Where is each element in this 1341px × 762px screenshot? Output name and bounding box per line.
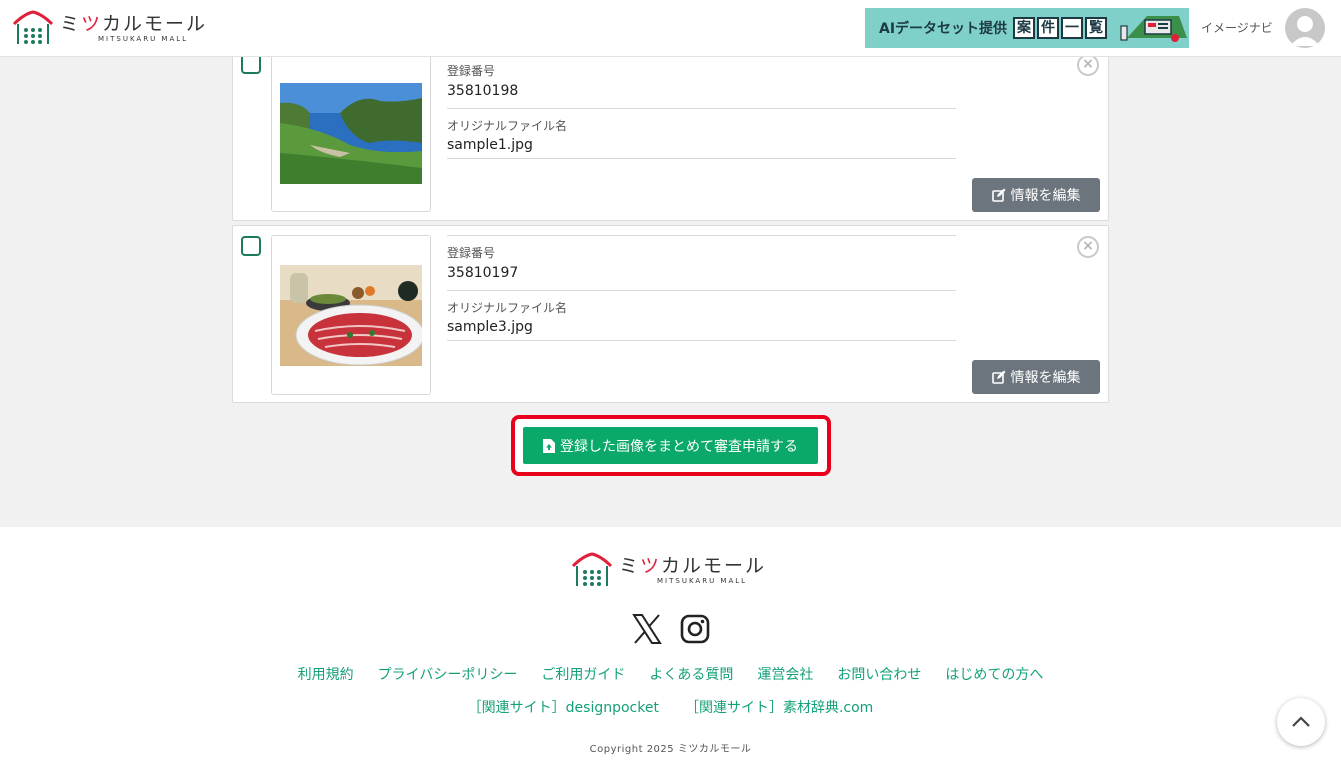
banner-kanji-boxes: 案 件 一 覧 [1013,17,1109,39]
field-divider [447,158,956,159]
footer-link-contact[interactable]: お問い合わせ [837,664,921,684]
ai-dataset-banner[interactable]: AIデータセット提供 案 件 一 覧 [865,8,1189,48]
submit-highlight-frame: 登録した画像をまとめて審査申請する [511,415,831,476]
x-icon[interactable] [632,614,662,644]
original-filename-value: sample1.jpg [447,137,533,153]
registration-number-label: 登録番号 [447,246,496,260]
banner-illustration [1117,8,1189,48]
footer-nav: 利用規約 プライバシーポリシー ご利用ガイド よくある質問 運営会社 お問い合わ… [0,664,1341,684]
footer-link-faq[interactable]: よくある質問 [649,664,733,684]
registration-number-label: 登録番号 [447,64,496,78]
logo-mark-icon [12,10,54,46]
logo-mark-icon [571,552,613,588]
instagram-icon[interactable] [680,614,710,644]
footer-link-terms[interactable]: 利用規約 [298,664,354,684]
logo-subtitle: MITSUKARU MALL [657,576,748,585]
chevron-up-icon [1292,716,1310,727]
registration-number-value: 35810198 [447,83,519,99]
coastline-photo [280,83,422,184]
item-select-checkbox[interactable] [241,54,261,74]
avatar[interactable] [1285,8,1325,48]
submit-all-for-review-button[interactable]: 登録した画像をまとめて審査申請する [523,427,818,464]
user-avatar-icon [1290,16,1320,46]
field-divider [447,340,956,341]
footer-link-company[interactable]: 運営会社 [757,664,813,684]
edit-icon [991,370,1005,384]
image-item-card: 登録番号 35810198 オリジナルファイル名 sample1.jpg × 情… [232,38,1109,221]
user-name[interactable]: イメージナビ [1201,19,1273,36]
footer-link-guide[interactable]: ご利用ガイド [541,664,625,684]
item-select-checkbox[interactable] [241,236,261,256]
item-thumbnail[interactable] [271,235,431,395]
banner-text: AIデータセット提供 [879,21,1008,37]
field-divider [447,108,956,109]
related-link-designpocket[interactable]: ［関連サイト］designpocket [468,697,659,717]
site-logo[interactable]: ミツカルモール MITSUKARU MALL [12,10,212,46]
original-filename-label: オリジナルファイル名 [447,301,568,315]
close-icon: × [1082,238,1094,254]
footer-link-beginners[interactable]: はじめての方へ [945,664,1043,684]
registration-number-value: 35810197 [447,265,519,281]
original-filename-value: sample3.jpg [447,319,533,335]
remove-item-button[interactable]: × [1077,236,1099,258]
edit-info-button[interactable]: 情報を編集 [972,178,1100,212]
site-footer: ミツカルモール MITSUKARU MALL 利用規約 プライバシーポリシー ご… [0,527,1341,762]
site-header: ミツカルモール MITSUKARU MALL AIデータセット提供 案 件 一 … [0,0,1341,57]
file-upload-icon [543,438,555,453]
back-to-top-button[interactable] [1277,698,1325,746]
logo-title: ミツカルモール [619,554,767,577]
logo-title: ミツカルモール [60,12,208,35]
footer-link-privacy[interactable]: プライバシーポリシー [378,664,518,684]
item-thumbnail[interactable] [271,52,431,212]
related-link-sozaijiten[interactable]: ［関連サイト］素材辞典.com [685,697,873,717]
remove-item-button[interactable]: × [1077,54,1099,76]
edit-info-button[interactable]: 情報を編集 [972,360,1100,394]
copyright: Copyright 2025 ミツカルモール [589,744,752,755]
related-sites: ［関連サイト］designpocket ［関連サイト］素材辞典.com [0,697,1341,717]
footer-logo[interactable]: ミツカルモール MITSUKARU MALL [571,552,771,588]
food-photo [280,265,422,366]
logo-subtitle: MITSUKARU MALL [98,34,189,43]
image-item-card: 登録番号 35810197 オリジナルファイル名 sample3.jpg × 情… [232,225,1109,403]
edit-icon [991,188,1005,202]
field-divider [447,290,956,291]
original-filename-label: オリジナルファイル名 [447,119,568,133]
field-divider [447,235,956,236]
close-icon: × [1082,56,1094,72]
